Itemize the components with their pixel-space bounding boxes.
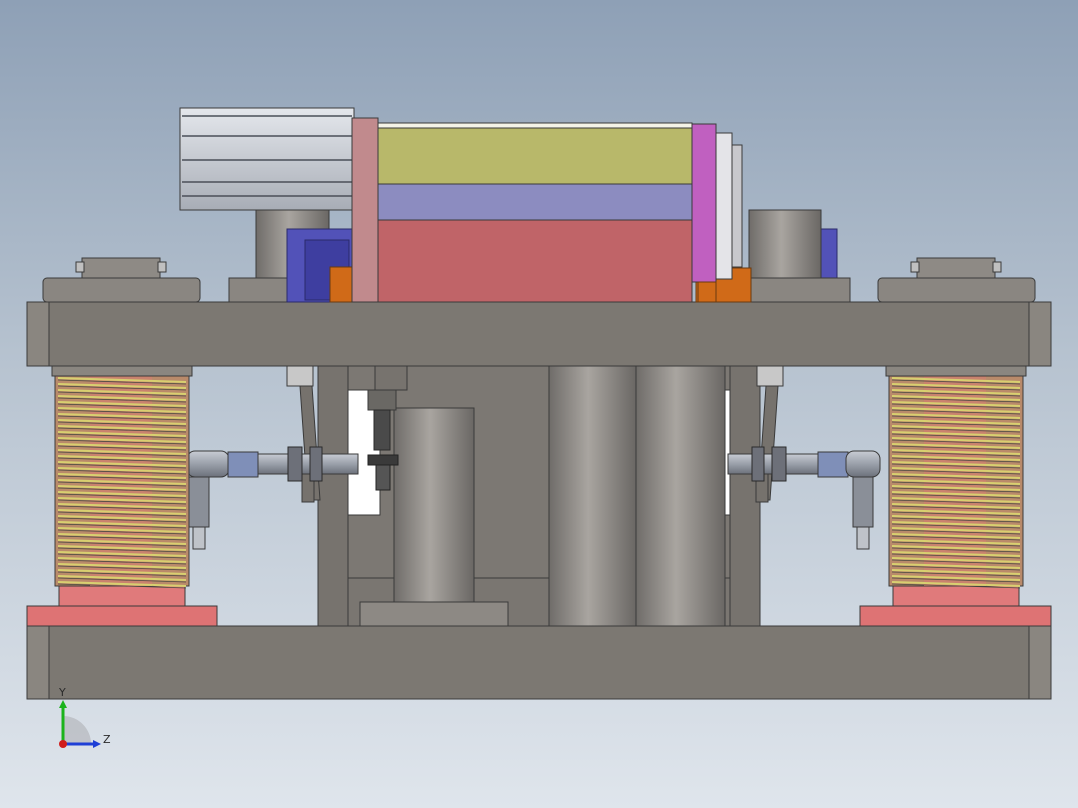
triad-z-label: Z bbox=[103, 733, 111, 746]
triad-y-label: Y bbox=[58, 686, 66, 699]
right-spring-assembly[interactable] bbox=[859, 365, 1052, 627]
x-axis-icon bbox=[59, 740, 67, 748]
left-top-flange[interactable] bbox=[42, 257, 201, 303]
cad-viewport[interactable]: Y Z bbox=[0, 0, 1078, 808]
guide-cylinders-center[interactable] bbox=[548, 365, 726, 627]
top-plate[interactable] bbox=[26, 301, 1052, 367]
base-plate[interactable] bbox=[26, 625, 1052, 700]
right-thin-plates[interactable] bbox=[715, 132, 743, 280]
right-top-flange[interactable] bbox=[877, 257, 1036, 303]
magenta-side-plate[interactable] bbox=[691, 123, 717, 303]
left-blue-block[interactable] bbox=[286, 228, 353, 303]
cad-assembly-scene[interactable]: Y Z bbox=[0, 0, 1078, 808]
main-block-stack[interactable] bbox=[377, 122, 693, 303]
left-spring-assembly[interactable] bbox=[26, 365, 218, 627]
left-sensor-bracket[interactable] bbox=[286, 365, 321, 503]
